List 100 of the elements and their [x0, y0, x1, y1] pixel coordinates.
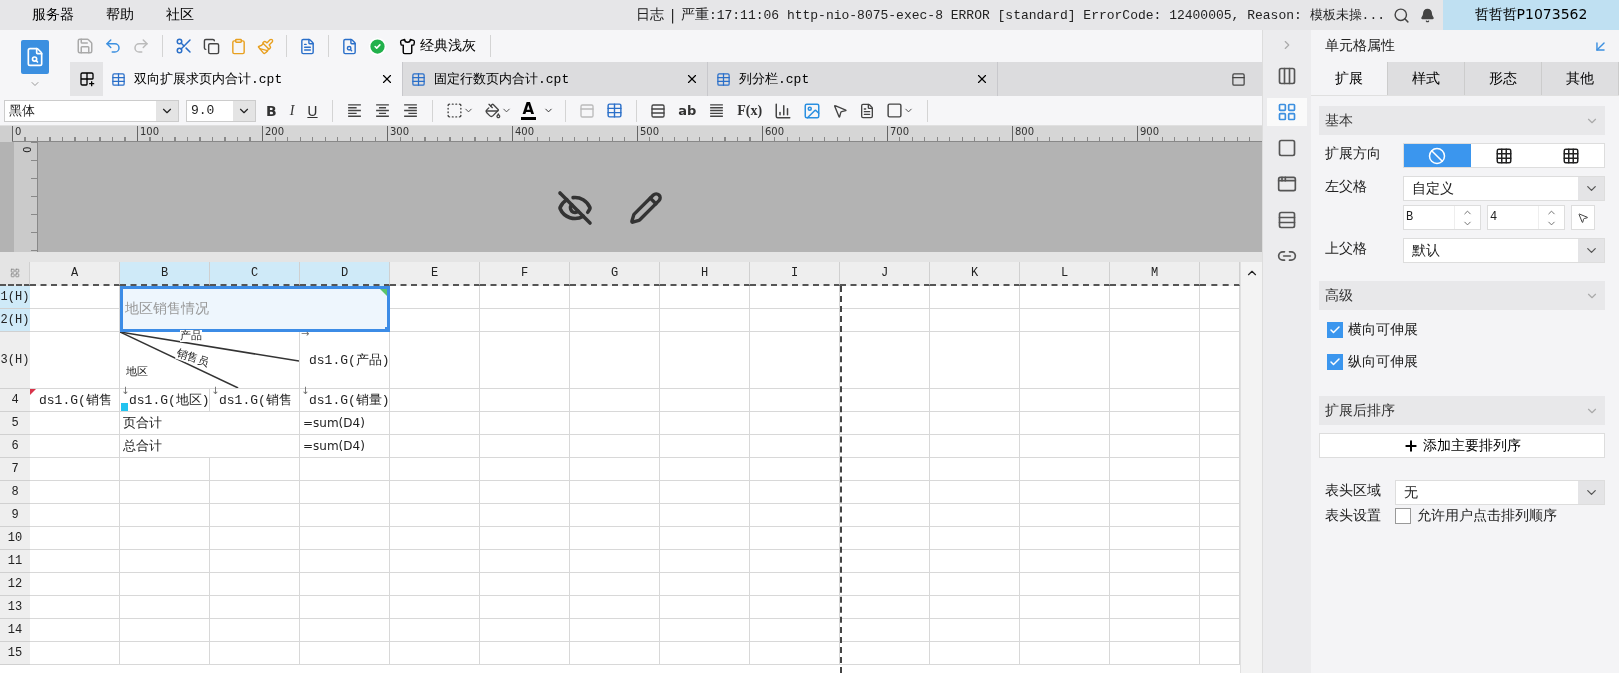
row-header[interactable]: 5 — [0, 412, 30, 435]
scissors-icon[interactable] — [175, 37, 193, 55]
pencil-icon[interactable] — [629, 191, 663, 225]
row-header[interactable]: 2(H) — [0, 309, 30, 332]
add-sort-button[interactable]: 添加主要排列序 — [1319, 433, 1605, 458]
undo-icon[interactable] — [104, 37, 122, 55]
expand-arrow: ↓ — [121, 386, 130, 396]
text-button[interactable]: ab — [675, 103, 700, 118]
column-header[interactable]: C — [210, 262, 300, 286]
table-icon[interactable] — [606, 102, 624, 119]
log-label[interactable]: 日志 — [636, 6, 665, 24]
column-header[interactable] — [1200, 262, 1240, 286]
theme-button[interactable]: 经典浅灰 — [395, 35, 480, 57]
menu-item[interactable]: 服务器 — [16, 0, 90, 30]
eye-off-icon[interactable] — [557, 190, 593, 226]
column-header[interactable]: F — [480, 262, 570, 286]
column-header[interactable]: H — [660, 262, 750, 286]
dropdown-field[interactable]: 无 — [1395, 480, 1605, 505]
side-tool-button[interactable] — [1267, 98, 1307, 126]
paint-bucket-icon[interactable] — [484, 102, 501, 119]
italic-button[interactable]: I — [286, 102, 298, 119]
close-icon[interactable] — [975, 72, 989, 86]
align-center-icon[interactable] — [373, 102, 391, 119]
column-header[interactable]: J — [840, 262, 930, 286]
row-header[interactable]: 12 — [0, 573, 30, 596]
row-header[interactable]: 8 — [0, 481, 30, 504]
dropdown-field[interactable]: 默认 — [1403, 238, 1605, 263]
spinner-field[interactable]: 4 — [1487, 205, 1565, 230]
select-all-corner[interactable] — [0, 262, 30, 286]
row-header[interactable]: 9 — [0, 504, 30, 527]
row-header[interactable]: 13 — [0, 596, 30, 619]
log-severity: 严重 — [680, 6, 709, 24]
add-sheet-button[interactable] — [70, 62, 103, 96]
clipboard-icon[interactable] — [230, 37, 247, 55]
row-header[interactable]: 10 — [0, 527, 30, 550]
column-header[interactable]: G — [570, 262, 660, 286]
check-circle-icon[interactable] — [368, 36, 387, 56]
scrollbar[interactable] — [1240, 262, 1262, 673]
dashed-square-icon[interactable] — [445, 102, 463, 119]
checkbox[interactable] — [1327, 354, 1343, 370]
image-icon[interactable] — [803, 101, 822, 120]
row-header[interactable]: 1(H) — [0, 286, 30, 309]
grid-icon — [1561, 146, 1580, 165]
bold-button[interactable]: B — [263, 102, 280, 119]
search-icon[interactable] — [1393, 6, 1410, 24]
row-header[interactable]: 15 — [0, 642, 30, 665]
app-logo-icon[interactable] — [21, 40, 49, 74]
column-header[interactable]: D — [300, 262, 390, 286]
dropdown-field[interactable]: 自定义 — [1403, 176, 1605, 201]
underline-button[interactable]: U — [304, 102, 321, 119]
section-header[interactable]: 扩展后排序 — [1319, 396, 1605, 425]
align-right-icon[interactable] — [401, 102, 419, 119]
font-size-select[interactable]: 9.0 — [186, 99, 256, 122]
row-header[interactable]: 6 — [0, 435, 30, 458]
menu-item[interactable]: 社区 — [150, 0, 210, 30]
menu-item[interactable]: 帮助 — [90, 0, 150, 30]
file-tab[interactable]: 双向扩展求页内合计.cpt — [103, 62, 403, 96]
close-icon[interactable] — [685, 72, 699, 86]
align-left-icon[interactable] — [345, 102, 363, 119]
document-icon[interactable] — [859, 102, 876, 119]
font-select[interactable]: 黑体 — [4, 99, 179, 122]
font-color-button[interactable]: A — [520, 101, 537, 120]
row-header[interactable]: 4 — [0, 389, 30, 412]
formula-button[interactable]: F(x) — [734, 102, 766, 119]
section-header[interactable]: 基本 — [1319, 106, 1605, 135]
square-icon[interactable] — [886, 102, 904, 119]
row-header[interactable]: 3(H) — [0, 332, 30, 389]
row-header[interactable]: 11 — [0, 550, 30, 573]
widget-icon — [1277, 174, 1297, 194]
bell-icon[interactable] — [1420, 7, 1435, 23]
column-header[interactable]: I — [750, 262, 840, 286]
column-header[interactable]: E — [390, 262, 480, 286]
cell-picker-button[interactable] — [1571, 205, 1595, 230]
user-name[interactable]: 哲哲哲P1073562 — [1443, 0, 1619, 30]
pointer-icon[interactable] — [832, 102, 849, 119]
tab-menu-icon[interactable] — [1231, 71, 1246, 87]
section-header[interactable]: 高级 — [1319, 281, 1605, 310]
checkbox[interactable] — [1327, 322, 1343, 338]
document-icon[interactable] — [299, 37, 316, 55]
paragraph-icon[interactable] — [708, 102, 726, 119]
cell-text: ds1.G(产品) — [309, 352, 389, 369]
panel-tab[interactable]: 形态 — [1465, 62, 1542, 95]
rows-icon[interactable] — [650, 102, 667, 119]
copy-icon[interactable] — [203, 37, 220, 55]
close-icon[interactable] — [380, 72, 394, 86]
column-header[interactable]: M — [1110, 262, 1200, 286]
bar-chart-icon[interactable] — [774, 101, 793, 120]
column-header[interactable]: A — [30, 262, 120, 286]
spinner-field[interactable]: B — [1403, 205, 1481, 230]
panel-tab[interactable]: 其他 — [1542, 62, 1619, 95]
panel-tab[interactable]: 样式 — [1388, 62, 1465, 95]
shirt-icon — [399, 37, 416, 55]
column-header[interactable]: B — [120, 262, 210, 286]
row-header[interactable]: 7 — [0, 458, 30, 481]
grid-dots-icon[interactable] — [9, 268, 20, 278]
checkbox[interactable] — [1395, 508, 1411, 524]
column-header[interactable]: K — [930, 262, 1020, 286]
row-header[interactable]: 14 — [0, 619, 30, 642]
column-header[interactable]: L — [1020, 262, 1110, 286]
preview-icon[interactable] — [341, 37, 358, 55]
